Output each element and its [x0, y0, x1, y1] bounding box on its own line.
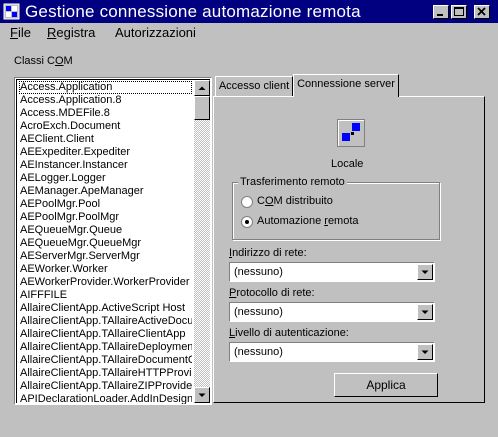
- close-button[interactable]: [474, 5, 490, 19]
- list-item[interactable]: AEQueueMgr.QueueMgr: [19, 237, 192, 250]
- livello-dropdown[interactable]: (nessuno): [229, 342, 435, 362]
- maximize-icon: [454, 7, 464, 16]
- classes-label-rest: M: [63, 55, 73, 67]
- list-item[interactable]: AEServerMgr.ServerMgr: [19, 250, 192, 263]
- livello-dropdown-button[interactable]: [417, 344, 433, 360]
- list-item[interactable]: Access.Application.8: [19, 94, 192, 107]
- radio-auto-rest: emota: [327, 215, 359, 227]
- maximize-button[interactable]: [451, 5, 467, 19]
- indirizzo-dropdown[interactable]: (nessuno): [229, 262, 435, 282]
- protocollo-dropdown-button[interactable]: [417, 304, 433, 320]
- chevron-down-icon: [421, 310, 429, 314]
- remote-transfer-group-title: Trasferimento remoto: [238, 176, 347, 188]
- protocollo-dropdown[interactable]: (nessuno): [229, 302, 435, 322]
- com-classes-list: Access.Application Access.Application.8 Ac…: [19, 81, 192, 404]
- tab-accesso-client[interactable]: Accesso client: [215, 76, 293, 96]
- list-item[interactable]: AIFFFILE: [19, 289, 192, 302]
- list-item[interactable]: AEQueueMgr.Queue: [19, 224, 192, 237]
- list-item[interactable]: AEExpediter.Expediter: [19, 146, 192, 159]
- list-item[interactable]: AllaireClientApp.TAllaireHTTPProvide: [19, 367, 192, 380]
- indirizzo-label: Indirizzo di rete:: [229, 247, 307, 259]
- list-item[interactable]: AllaireClientApp.ActiveScript Host: [19, 302, 192, 315]
- locale-label: Locale: [331, 158, 364, 170]
- list-item[interactable]: AllaireClientApp.TAllaireActiveDocum: [19, 315, 192, 328]
- radio-automazione-remota-label[interactable]: Automazione remota: [257, 215, 359, 227]
- radio-com-distribuito[interactable]: [241, 196, 253, 208]
- menu-file-accel: F: [10, 25, 18, 40]
- scroll-up-icon: [198, 86, 206, 90]
- remote-transfer-group: [232, 182, 440, 240]
- radio-automazione-remota[interactable]: [241, 216, 253, 228]
- list-item[interactable]: Access.Application: [19, 81, 192, 94]
- title-bar[interactable]: Gestione connessione automazione remota: [0, 0, 498, 23]
- minimize-button[interactable]: [433, 5, 449, 19]
- menu-file-label: ile: [17, 25, 31, 40]
- menu-autorizzazioni[interactable]: Autorizzazioni: [115, 25, 196, 41]
- radio-com-accel: O: [264, 195, 274, 207]
- menu-registra-label: egistra: [56, 25, 96, 40]
- livello-rest: ivello di autenticazione:: [235, 327, 349, 339]
- scroll-down-button[interactable]: [194, 387, 210, 403]
- list-item[interactable]: AELogger.Logger: [19, 172, 192, 185]
- menu-registra-accel: R: [47, 25, 57, 40]
- indirizzo-dropdown-button[interactable]: [417, 264, 433, 280]
- list-item[interactable]: AEClient.Client: [19, 133, 192, 146]
- radio-com-prefix: C: [257, 195, 265, 207]
- menu-file[interactable]: File: [10, 25, 31, 41]
- scroll-down-icon: [198, 393, 206, 397]
- indirizzo-value: (nessuno): [234, 266, 283, 278]
- chevron-down-icon: [421, 270, 429, 274]
- list-item[interactable]: Access.MDEFile.8: [19, 107, 192, 120]
- list-item[interactable]: AllaireClientApp.TAllaireZIPProvider: [19, 380, 192, 393]
- scroll-thumb[interactable]: [194, 96, 210, 120]
- listbox-frame: Access.Application Access.Application.8 Ac…: [16, 79, 210, 404]
- chevron-down-icon: [421, 350, 429, 354]
- window-title: Gestione connessione automazione remota: [25, 2, 361, 21]
- protocollo-rest: rotocollo di rete:: [236, 287, 315, 299]
- protocollo-value: (nessuno): [234, 306, 283, 318]
- list-item[interactable]: AEWorker.Worker: [19, 263, 192, 276]
- list-item[interactable]: AcroExch.Document: [19, 120, 192, 133]
- local-computer-icon: [337, 119, 365, 147]
- list-item[interactable]: AllaireClientApp.TAllaireClientApp: [19, 328, 192, 341]
- list-item[interactable]: AllaireClientApp.TAllaireDeploymentM: [19, 341, 192, 354]
- menu-bar: File Registra Autorizzazioni: [0, 23, 498, 43]
- radio-com-rest: M distribuito: [273, 195, 333, 207]
- list-item[interactable]: AllaireClientApp.TAllaireDocumentCa: [19, 354, 192, 367]
- apply-button[interactable]: Applica: [334, 373, 438, 397]
- vertical-scrollbar[interactable]: [194, 80, 210, 403]
- radio-com-distribuito-label[interactable]: COM distribuito: [257, 195, 333, 207]
- list-item[interactable]: AEWorkerProvider.WorkerProvider: [19, 276, 192, 289]
- list-item[interactable]: APIDeclarationLoader.AddInDesigne: [19, 393, 192, 404]
- classes-label-accel: O: [54, 55, 64, 67]
- list-item[interactable]: AEPoolMgr.Pool: [19, 198, 192, 211]
- classes-label-prefix: Classi C: [14, 55, 55, 67]
- minimize-icon: [437, 14, 443, 16]
- list-item[interactable]: AEPoolMgr.PoolMgr: [19, 211, 192, 224]
- scroll-up-button[interactable]: [194, 80, 210, 96]
- remote-automation-app-icon: [3, 3, 20, 20]
- protocollo-label: Protocollo di rete:: [229, 287, 315, 299]
- menu-registra[interactable]: Registra: [47, 25, 95, 41]
- radio-auto-prefix: Automazione: [257, 215, 325, 227]
- main-window: Gestione connessione automazione remota …: [0, 0, 498, 437]
- list-item[interactable]: AEManager.ApeManager: [19, 185, 192, 198]
- list-item[interactable]: AEInstancer.Instancer: [19, 159, 192, 172]
- close-icon: [477, 7, 486, 16]
- livello-label: Livello di autenticazione:: [229, 327, 349, 339]
- livello-value: (nessuno): [234, 346, 283, 358]
- tab-connessione-server[interactable]: Connessione server: [293, 74, 399, 97]
- classes-label: Classi COM: [14, 55, 73, 67]
- indirizzo-rest: ndirizzo di rete:: [232, 247, 307, 259]
- com-classes-listbox[interactable]: Access.Application Access.Application.8 Ac…: [14, 77, 212, 405]
